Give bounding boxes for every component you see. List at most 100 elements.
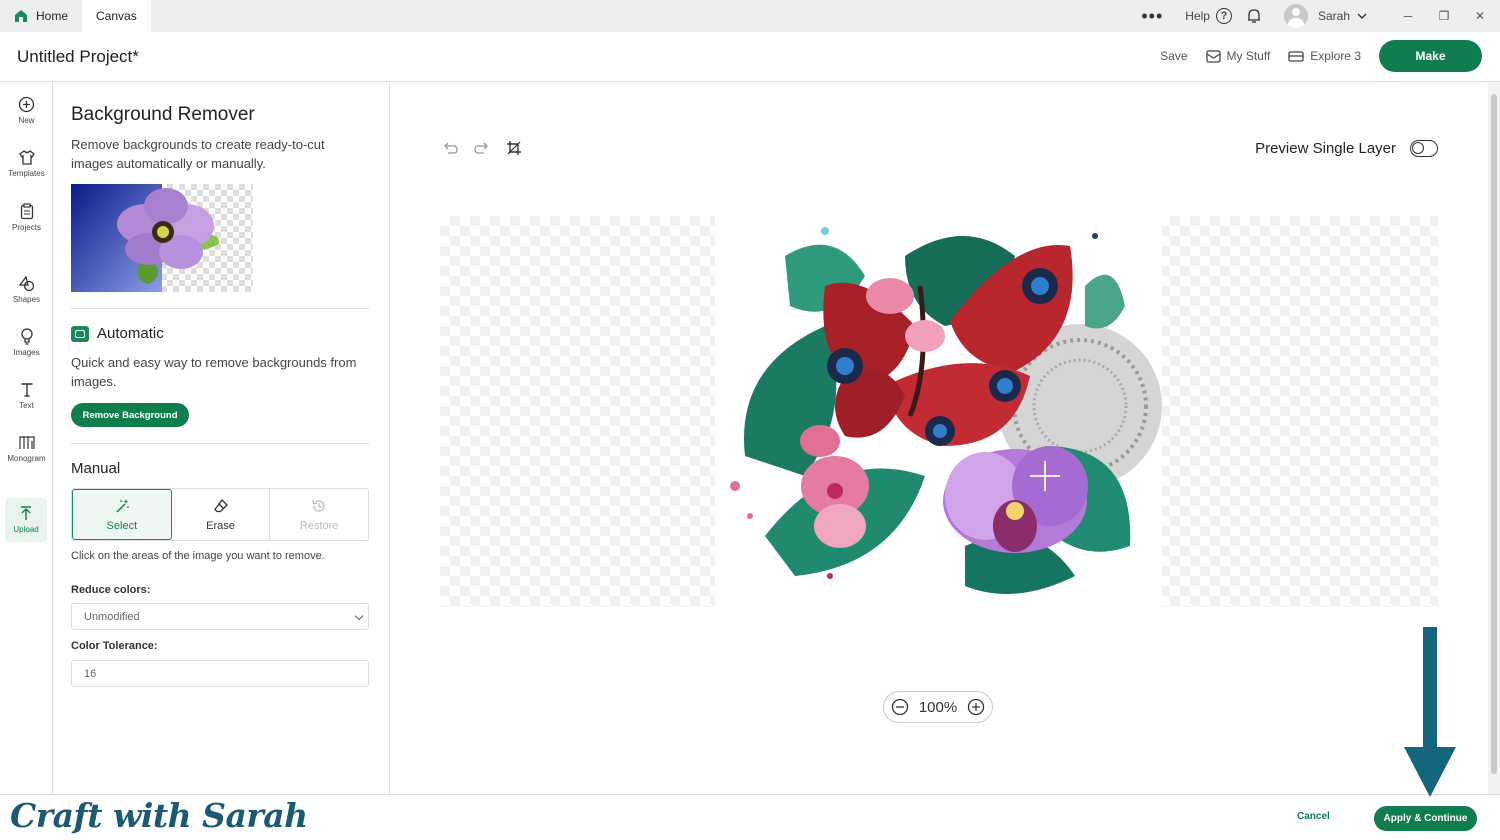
reduce-colors-select[interactable]: Unmodified [71,603,369,630]
rail-label-text: Text [19,401,34,410]
avatar [1283,4,1308,28]
color-tolerance-value: 16 [84,667,97,680]
panel-title: Background Remover [71,104,255,125]
zoom-out-icon[interactable] [891,698,909,716]
minimize-button[interactable]: ─ [1398,9,1418,23]
zoom-in-icon[interactable] [967,698,985,716]
zoom-control: 100% [883,691,993,723]
automatic-description: Quick and easy way to remove backgrounds… [71,355,357,389]
restore-history-icon [312,499,325,512]
restore-button[interactable]: ❐ [1434,9,1454,23]
rail-label-shapes: Shapes [12,295,41,304]
bell-icon [1247,9,1260,23]
section-divider [71,308,369,309]
scrollbar-thumb[interactable] [1491,94,1497,774]
project-title[interactable]: Untitled Project* [17,47,139,67]
rail-label-upload: Upload [13,525,39,534]
magic-wand-icon [116,498,129,513]
undo-icon[interactable] [442,140,458,156]
my-stuff-button[interactable]: My Stuff [1205,49,1271,63]
project-header: Untitled Project* Save My Stuff Explore … [0,32,1500,82]
notifications-button[interactable] [1246,8,1262,24]
save-button[interactable]: Save [1160,49,1187,63]
manual-hint-text: Click on the areas of the image you want… [71,550,325,562]
vertical-scrollbar[interactable] [1488,82,1500,794]
rail-item-text[interactable]: Text [0,382,53,410]
rail-item-new[interactable]: New [0,96,53,125]
left-tool-rail: New Templates Projects Shapes Images Tex… [0,82,53,794]
select-tool-label: Select [106,519,138,532]
rail-item-upload[interactable]: Upload [5,498,47,542]
chevron-down-icon [354,611,364,621]
eraser-icon [213,498,228,512]
color-tolerance-label: Color Tolerance: [71,640,158,652]
clipboard-icon [20,203,33,220]
tshirt-icon [18,150,35,165]
apply-continue-button[interactable]: Apply & Continue [1374,806,1477,831]
erase-tool-button[interactable]: Erase [172,489,271,540]
text-icon [21,383,32,397]
example-thumbnail [71,184,253,292]
automatic-section-title: Automatic [71,325,164,342]
more-options-icon[interactable]: ••• [1141,6,1163,27]
zoom-level: 100% [918,698,958,716]
rail-label-images: Images [13,348,40,357]
shapes-icon [18,275,35,292]
help-button[interactable]: Help ? [1185,8,1232,24]
watermark-logo: Craft with Sarah [10,796,308,835]
home-icon [15,10,27,22]
tab-canvas-label: Canvas [96,9,137,23]
preview-single-layer: Preview Single Layer [1255,140,1438,157]
rail-item-templates[interactable]: Templates [0,149,53,178]
make-button[interactable]: Make [1379,40,1482,72]
chevron-down-icon [1357,13,1367,19]
machine-icon [1288,50,1304,62]
plus-circle-icon [18,96,35,113]
tab-canvas[interactable]: Canvas [82,0,151,32]
mail-icon [1205,49,1221,63]
rail-label-projects: Projects [12,223,41,232]
cancel-button[interactable]: Cancel [1297,811,1330,822]
background-remover-panel: Background Remover Remove backgrounds to… [53,82,390,794]
panel-description: Remove backgrounds to create ready-to-cu… [71,137,325,171]
my-stuff-label: My Stuff [1226,49,1271,63]
preview-single-layer-label: Preview Single Layer [1255,140,1396,157]
machine-label: Explore 3 [1310,49,1361,63]
automatic-badge-icon [71,325,89,342]
section-divider [71,443,369,444]
rail-item-projects[interactable]: Projects [0,203,53,232]
machine-selector[interactable]: Explore 3 [1288,49,1361,63]
upload-icon [21,506,31,520]
uploaded-artwork-image[interactable] [715,216,1162,607]
redo-icon[interactable] [474,140,490,156]
reduce-colors-label: Reduce colors: [71,584,151,596]
rail-label-monogram: Monogram [7,454,46,463]
tab-home-label: Home [36,9,69,23]
manual-tool-group: Select Erase Restore [71,488,369,541]
reduce-colors-value: Unmodified [84,610,140,623]
preview-toggle[interactable] [1410,140,1438,157]
erase-tool-label: Erase [206,519,235,532]
color-tolerance-input[interactable]: 16 [71,660,369,687]
close-window-button[interactable]: ✕ [1470,9,1490,23]
image-canvas[interactable] [440,216,1438,607]
crop-icon[interactable] [506,140,522,156]
help-icon: ? [1215,8,1232,24]
rail-label-templates: Templates [8,169,45,178]
canvas-area: Preview Single Layer 100% [390,82,1488,794]
user-menu[interactable]: Sarah [1283,4,1368,28]
select-tool-button[interactable]: Select [72,489,172,540]
rail-item-shapes[interactable]: Shapes [0,275,53,304]
manual-section-title: Manual [71,460,121,477]
annotation-arrow-icon [1404,627,1456,797]
monogram-icon [18,436,35,449]
tab-home[interactable]: Home [0,0,82,32]
rail-item-images[interactable]: Images [0,328,53,357]
user-name: Sarah [1317,9,1350,23]
save-label: Save [1160,49,1188,63]
rail-item-monogram[interactable]: Monogram [0,434,53,463]
bulb-icon [20,328,33,345]
automatic-title-label: Automatic [97,325,164,342]
remove-background-button[interactable]: Remove Background [71,403,189,427]
restore-tool-button[interactable]: Restore [270,489,368,540]
